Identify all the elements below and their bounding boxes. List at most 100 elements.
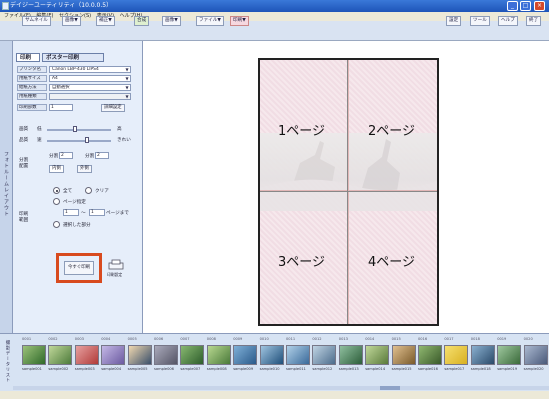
thumbnail-image[interactable] [101,345,126,365]
thumbnail-image[interactable] [338,345,363,365]
page-2-label: 2ページ [368,124,416,139]
thumbnail-number: 0016 [418,337,428,341]
printer-value: Canon LBP-430 LIPS4 [52,67,99,72]
radio-clip[interactable] [85,187,92,194]
toolbar-print-button[interactable]: 印刷▼ [230,16,249,26]
radio-all[interactable] [53,187,60,194]
thumbnail-name: sample016 [418,367,438,371]
app-window: デイジーユーティリティ（10.0.0.5） _ □ × ファイル(F) 編集(E… [0,0,549,399]
toolbar-image-button[interactable]: 画像▼ [62,16,81,26]
printer-icon[interactable] [107,259,125,271]
radio-page[interactable] [53,198,60,205]
thumbnail-image[interactable] [286,345,310,365]
thumbnail-name: sample012 [312,367,333,371]
thumbnail-image[interactable] [206,345,231,365]
printer-icon-label: 印刷設定 [107,272,123,277]
thumbnail-number: 0020 [523,337,533,341]
thumbnail-name: sample002 [48,367,69,371]
thumbnail-image[interactable] [391,345,416,365]
thumbnail-image[interactable] [365,345,390,365]
thumbnail-image[interactable] [470,345,495,365]
speed-slider-knob[interactable] [85,137,89,143]
thumbnail-scroll-thumb[interactable] [380,386,400,390]
thumbnail-image[interactable] [74,345,99,365]
thumbnail-number: 0005 [127,337,137,341]
thumbnail-image[interactable] [22,345,46,365]
horizontal-cut-line [260,191,437,192]
thumbnail-strip: 撮影データリスト sample001 0001 sample002 0002 sampl… [0,333,549,391]
minimize-button[interactable]: _ [507,1,518,11]
thumbnail-number: 0003 [74,337,84,341]
toolbar [0,21,549,41]
speed-slider-track[interactable] [47,140,111,142]
thumbnail-number: 0010 [259,337,269,341]
toolbar-file-button[interactable]: ファイル▼ [196,16,224,26]
thumbnail-image[interactable] [154,345,178,365]
thumbnail-number: 0014 [365,337,375,341]
thumbnail-image[interactable] [48,345,73,365]
thumbnail-scrollbar[interactable] [13,386,549,390]
thumbnail-name: sample005 [127,367,148,371]
toolbar-help-button[interactable]: ヘルプ [498,16,518,26]
chevron-down-icon: ▼ [125,85,129,90]
thumbnail-image[interactable] [312,345,337,365]
tab-poster-print[interactable]: ポスター印刷 [42,53,104,62]
thumbnail-image[interactable] [418,345,442,365]
thumbnail-image[interactable] [523,345,548,365]
toolbar-compose-button[interactable]: 合成 [134,16,150,26]
page-3-label: 3ページ [278,255,326,270]
print-now-button[interactable]: 今すぐ印刷 [64,261,94,275]
speed-fast-label: 速 [37,138,42,143]
quality-slider-track[interactable] [47,129,111,131]
thumbnail-image[interactable] [497,345,522,365]
paper-size-row: 用紙サイズ A4 ▼ [17,75,137,82]
thumbnail-number: 0017 [444,337,454,341]
print-button-highlight: 今すぐ印刷 [56,253,102,283]
thumbnail-image[interactable] [180,345,205,365]
toolbar-settings-button[interactable]: 設定 [446,16,462,26]
feed-select[interactable]: 自動選択 ▼ [49,84,131,91]
toolbar-tools-button[interactable]: ツール [470,16,490,26]
toolbar-correct-button[interactable]: 補正▼ [96,16,115,26]
printer-row: プリンタ名 Canon LBP-430 LIPS4 ▼ [17,66,137,73]
thumbnail-number: 0018 [470,337,480,341]
detail-settings-button[interactable]: 詳細設定 [101,104,125,112]
align-inner-button[interactable]: 内側 [49,165,64,173]
thumbnail-image[interactable] [233,345,258,365]
thumbnail-number: 0002 [48,337,58,341]
page-to-stepper[interactable]: 1 [89,209,105,216]
layout-side-tab[interactable]: フォトルームレイアウト [0,41,13,333]
thumbnail-number: 0007 [180,337,190,341]
thumbnail-image[interactable] [259,345,284,365]
quality-slider-knob[interactable] [73,126,77,132]
chevron-down-icon: ▼ [125,76,129,81]
split-y-stepper[interactable]: 2 [95,152,109,159]
close-button[interactable]: × [534,1,545,11]
maximize-button[interactable]: □ [520,1,531,11]
thumbnail-image[interactable] [127,345,152,365]
tab-print[interactable]: 印刷 [16,53,40,62]
thumbnail-name: sample020 [523,367,544,371]
paper-size-select[interactable]: A4 ▼ [49,75,131,82]
thumbnail-number: 0015 [391,337,401,341]
thumbnail-name: sample004 [101,367,122,371]
paper-size-value: A4 [52,76,58,81]
page-from-stepper[interactable]: 1 [63,209,79,216]
thumbnail-image[interactable] [444,345,469,365]
copies-row: 印刷部数 1 詳細設定 [17,104,137,112]
thumbnail-name: sample017 [444,367,465,371]
toolbar-thumbnail-button[interactable]: サムネイル [22,16,51,26]
split-x-stepper[interactable]: 2 [59,152,73,159]
toolbar-exit-button[interactable]: 終了 [526,16,542,26]
printer-select[interactable]: Canon LBP-430 LIPS4 ▼ [49,66,131,73]
thumbnail-name: sample003 [74,367,95,371]
printer-label: プリンタ名 [17,66,47,73]
align-outer-button[interactable]: 外側 [77,165,92,173]
radio-clip-label: クリア [95,189,109,194]
radio-selected[interactable] [53,221,60,228]
thumbnail-number: 0013 [338,337,348,341]
toolbar-image2-button[interactable]: 画像▼ [162,16,181,26]
feed-value: 自動選択 [52,85,70,90]
copies-stepper[interactable]: 1 [49,104,73,111]
paper-type-select[interactable]: ▼ [49,93,131,100]
